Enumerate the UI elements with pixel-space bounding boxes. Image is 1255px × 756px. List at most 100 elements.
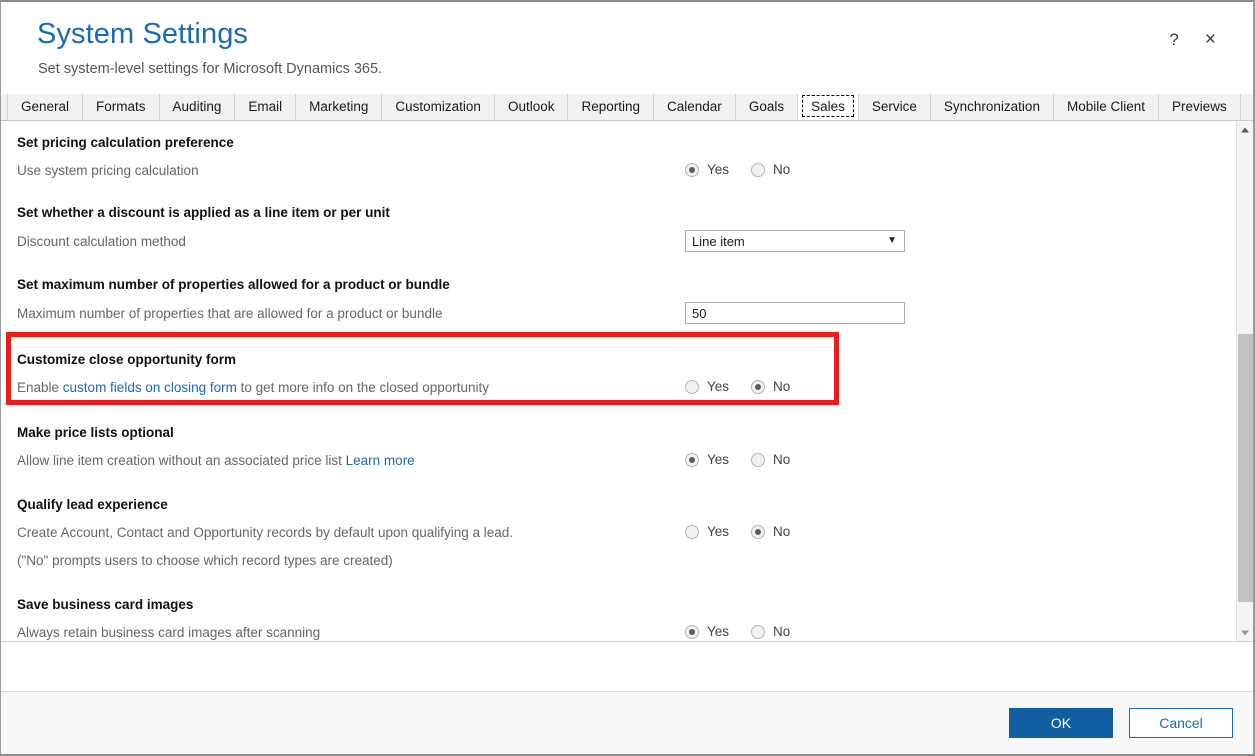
- tab-mobile-client[interactable]: Mobile Client: [1053, 94, 1159, 120]
- section-discount-method: Set whether a discount is applied as a l…: [1, 180, 1235, 252]
- select-value: Line item: [692, 233, 745, 249]
- tab-outlook[interactable]: Outlook: [494, 94, 569, 120]
- page-title: System Settings: [37, 18, 249, 50]
- tab-label: Reporting: [581, 99, 641, 114]
- section-title: Set pricing calculation preference: [17, 135, 234, 150]
- close-opportunity-radio-no[interactable]: No: [751, 379, 790, 395]
- radio-label: No: [773, 452, 791, 467]
- qualify-lead-radio-no[interactable]: No: [751, 524, 790, 540]
- help-icon[interactable]: ?: [1166, 29, 1181, 50]
- section-title: Set whether a discount is applied as a l…: [17, 205, 390, 220]
- radio-label: No: [773, 624, 791, 639]
- pricing-radio-no[interactable]: No: [751, 162, 790, 178]
- radio-indicator: [685, 380, 699, 394]
- tab-auditing[interactable]: Auditing: [159, 94, 236, 120]
- business-card-radio-group: Yes No: [685, 624, 812, 640]
- section-title: Save business card images: [17, 597, 194, 612]
- tab-calendar[interactable]: Calendar: [654, 94, 736, 120]
- section-description-before: Allow line item creation without an asso…: [17, 453, 346, 468]
- section-description-secondary: ("No" prompts users to choose which reco…: [17, 553, 393, 568]
- price-lists-radio-no[interactable]: No: [751, 452, 790, 468]
- tab-sales[interactable]: Sales: [798, 94, 859, 120]
- tab-label: Formats: [96, 99, 146, 114]
- content-scrollbar[interactable]: [1236, 121, 1253, 641]
- tab-marketing[interactable]: Marketing: [296, 94, 383, 120]
- section-description-wrap: Use system pricing calculation: [17, 161, 685, 180]
- qualify-lead-radio-group: Yes No: [685, 524, 812, 540]
- section-description: Discount calculation method: [17, 234, 186, 249]
- tab-reporting[interactable]: Reporting: [568, 94, 655, 120]
- qualify-lead-radio-yes[interactable]: Yes: [685, 524, 729, 540]
- custom-fields-on-closing-form-link[interactable]: custom fields on closing form: [63, 380, 237, 395]
- tab-label: Calendar: [667, 99, 722, 114]
- system-settings-dialog: System Settings Set system-level setting…: [0, 0, 1255, 756]
- section-description-wrap: Enable custom fields on closing form to …: [17, 378, 685, 397]
- chevron-down-icon: ▼: [887, 235, 897, 246]
- radio-indicator: [751, 453, 766, 467]
- tab-label: Auditing: [172, 99, 222, 114]
- section-description-wrap: Maximum number of properties that are al…: [17, 304, 685, 323]
- radio-label: No: [773, 162, 791, 177]
- price-lists-radio-yes[interactable]: Yes: [685, 452, 729, 468]
- radio-indicator: [685, 625, 699, 639]
- section-title: Make price lists optional: [17, 425, 174, 440]
- tab-general[interactable]: General: [7, 94, 84, 120]
- tab-label: Marketing: [309, 99, 369, 114]
- section-description-wrap: Allow line item creation without an asso…: [17, 451, 685, 470]
- radio-label: Yes: [707, 162, 730, 177]
- tab-label: Goals: [748, 99, 785, 114]
- section-pricing-calculation: Set pricing calculation preference Use s…: [1, 121, 1235, 180]
- tab-email[interactable]: Email: [235, 94, 297, 120]
- scroll-up-button[interactable]: [1237, 121, 1253, 138]
- ok-button[interactable]: OK: [1009, 708, 1113, 738]
- tab-label: Mobile Client: [1066, 99, 1145, 114]
- radio-indicator: [751, 380, 766, 394]
- tab-service[interactable]: Service: [858, 94, 931, 120]
- window-controls: ? ×: [1166, 28, 1219, 51]
- section-description: Maximum number of properties that are al…: [17, 306, 443, 321]
- tab-label: Customization: [395, 99, 481, 114]
- radio-label: Yes: [707, 624, 730, 639]
- page-subtitle: Set system-level settings for Microsoft …: [38, 61, 383, 77]
- settings-content-area: Set pricing calculation preference Use s…: [1, 121, 1253, 642]
- tab-customization[interactable]: Customization: [382, 94, 495, 120]
- section-qualify-lead-experience: Qualify lead experience Create Account, …: [1, 470, 1235, 570]
- radio-indicator: [751, 163, 766, 177]
- radio-indicator: [685, 453, 699, 467]
- radio-indicator: [685, 525, 699, 539]
- tab-label: General: [21, 99, 70, 114]
- tab-label: Previews: [1172, 99, 1227, 114]
- triangle-down-icon: [1241, 630, 1249, 635]
- max-properties-input[interactable]: [685, 302, 905, 324]
- tab-previews[interactable]: Previews: [1159, 94, 1241, 120]
- section-price-lists-optional: Make price lists optional Allow line ite…: [1, 397, 1235, 470]
- tab-strip: General Formats Auditing Email Marketing Cust…: [1, 94, 1253, 121]
- tab-label: Outlook: [507, 99, 555, 114]
- section-description: Always retain business card images after…: [17, 625, 321, 640]
- tab-synchronization[interactable]: Synchronization: [930, 94, 1054, 120]
- close-opportunity-radio-yes[interactable]: Yes: [685, 379, 729, 395]
- business-card-radio-yes[interactable]: Yes: [685, 624, 729, 640]
- section-save-business-card-images: Save business card images Always retain …: [1, 570, 1235, 641]
- pricing-radio-yes[interactable]: Yes: [685, 162, 729, 178]
- cancel-button[interactable]: Cancel: [1129, 708, 1233, 738]
- business-card-radio-no[interactable]: No: [751, 624, 790, 640]
- dialog-footer: OK Cancel: [1, 691, 1253, 754]
- section-description-wrap: Always retain business card images after…: [17, 623, 685, 641]
- close-opportunity-radio-group: Yes No: [685, 379, 812, 395]
- radio-indicator: [751, 625, 766, 639]
- tab-goals[interactable]: Goals: [735, 94, 799, 120]
- learn-more-link[interactable]: Learn more: [346, 453, 415, 468]
- discount-calculation-method-select[interactable]: Line item ▼: [685, 230, 905, 252]
- close-icon[interactable]: ×: [1202, 28, 1219, 51]
- pricing-radio-group: Yes No: [685, 162, 812, 178]
- tab-formats[interactable]: Formats: [83, 94, 160, 120]
- section-max-properties: Set maximum number of properties allowed…: [1, 252, 1235, 324]
- tab-label: Sales: [811, 99, 845, 114]
- triangle-up-icon: [1241, 127, 1249, 132]
- scrollbar-thumb[interactable]: [1238, 334, 1253, 602]
- section-description-wrap: Create Account, Contact and Opportunity …: [17, 523, 685, 570]
- scroll-down-button[interactable]: [1237, 624, 1253, 641]
- radio-label: No: [773, 524, 791, 539]
- radio-indicator: [751, 525, 766, 539]
